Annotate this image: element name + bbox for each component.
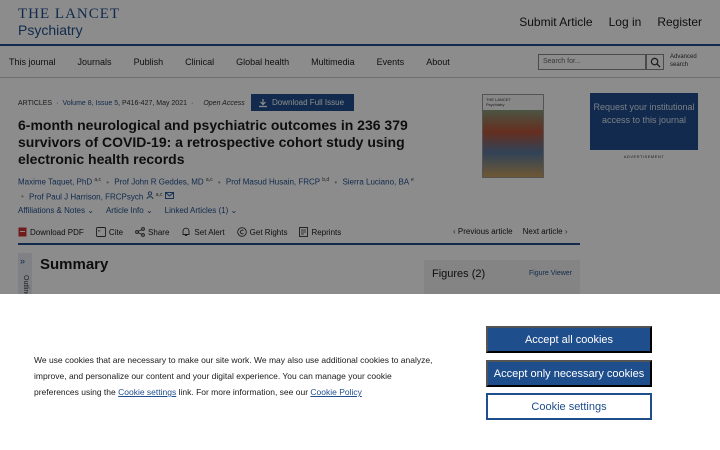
cookie-message: We use cookies that are necessary to mak… bbox=[34, 352, 434, 400]
cookie-policy-link[interactable]: Cookie Policy bbox=[310, 387, 362, 397]
cookie-settings-link[interactable]: Cookie settings bbox=[118, 387, 176, 397]
cookie-banner: We use cookies that are necessary to mak… bbox=[0, 294, 720, 450]
cookie-settings-button[interactable]: Cookie settings bbox=[486, 393, 652, 420]
accept-all-cookies-button[interactable]: Accept all cookies bbox=[486, 326, 652, 353]
accept-necessary-cookies-button[interactable]: Accept only necessary cookies bbox=[486, 360, 652, 387]
cookie-text-2: link. For more information, see our bbox=[176, 387, 311, 397]
